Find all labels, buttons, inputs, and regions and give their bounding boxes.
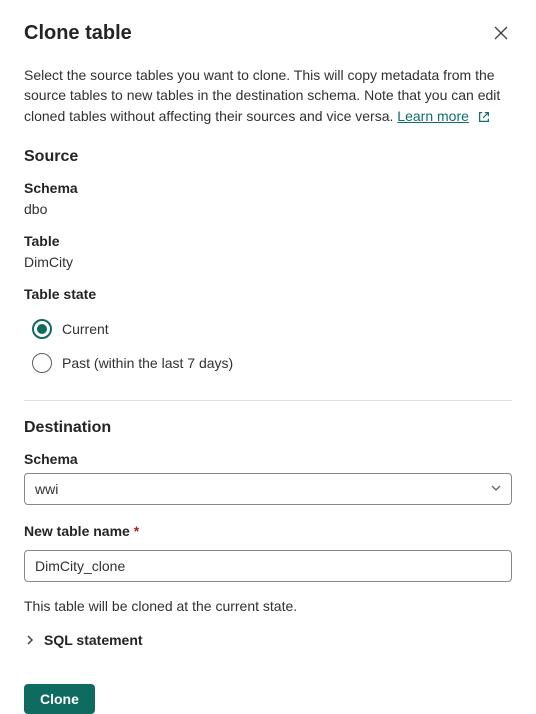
new-table-name-label: New table name * <box>24 523 512 539</box>
learn-more-link[interactable]: Learn more <box>397 108 469 124</box>
source-heading: Source <box>24 148 512 166</box>
source-table-label: Table <box>24 233 512 249</box>
dialog-description: Select the source tables you want to clo… <box>24 65 512 126</box>
radio-past[interactable]: Past (within the last 7 days) <box>24 346 512 380</box>
external-link-icon <box>477 110 491 124</box>
new-table-name-input[interactable] <box>24 550 512 582</box>
source-schema-value: dbo <box>24 201 512 217</box>
new-table-name-text: New table name <box>24 523 130 539</box>
section-divider <box>24 400 512 401</box>
clone-info-text: This table will be cloned at the current… <box>24 598 512 614</box>
sql-statement-expander[interactable]: SQL statement <box>24 630 512 650</box>
clone-button[interactable]: Clone <box>24 684 95 714</box>
required-asterisk: * <box>134 523 139 539</box>
source-table-value: DimCity <box>24 254 512 270</box>
radio-icon-unselected <box>32 353 52 373</box>
table-state-label: Table state <box>24 286 512 302</box>
chevron-right-icon <box>24 634 36 646</box>
dialog-title: Clone table <box>24 22 132 45</box>
radio-past-label: Past (within the last 7 days) <box>62 355 233 371</box>
destination-schema-label: Schema <box>24 451 512 467</box>
close-button[interactable] <box>490 22 512 47</box>
source-schema-label: Schema <box>24 180 512 196</box>
destination-schema-select[interactable] <box>24 473 512 505</box>
radio-icon-selected <box>32 319 52 339</box>
radio-current[interactable]: Current <box>24 312 512 346</box>
close-icon <box>494 26 508 43</box>
destination-heading: Destination <box>24 419 512 437</box>
radio-current-label: Current <box>62 321 109 337</box>
sql-statement-label: SQL statement <box>44 632 143 648</box>
